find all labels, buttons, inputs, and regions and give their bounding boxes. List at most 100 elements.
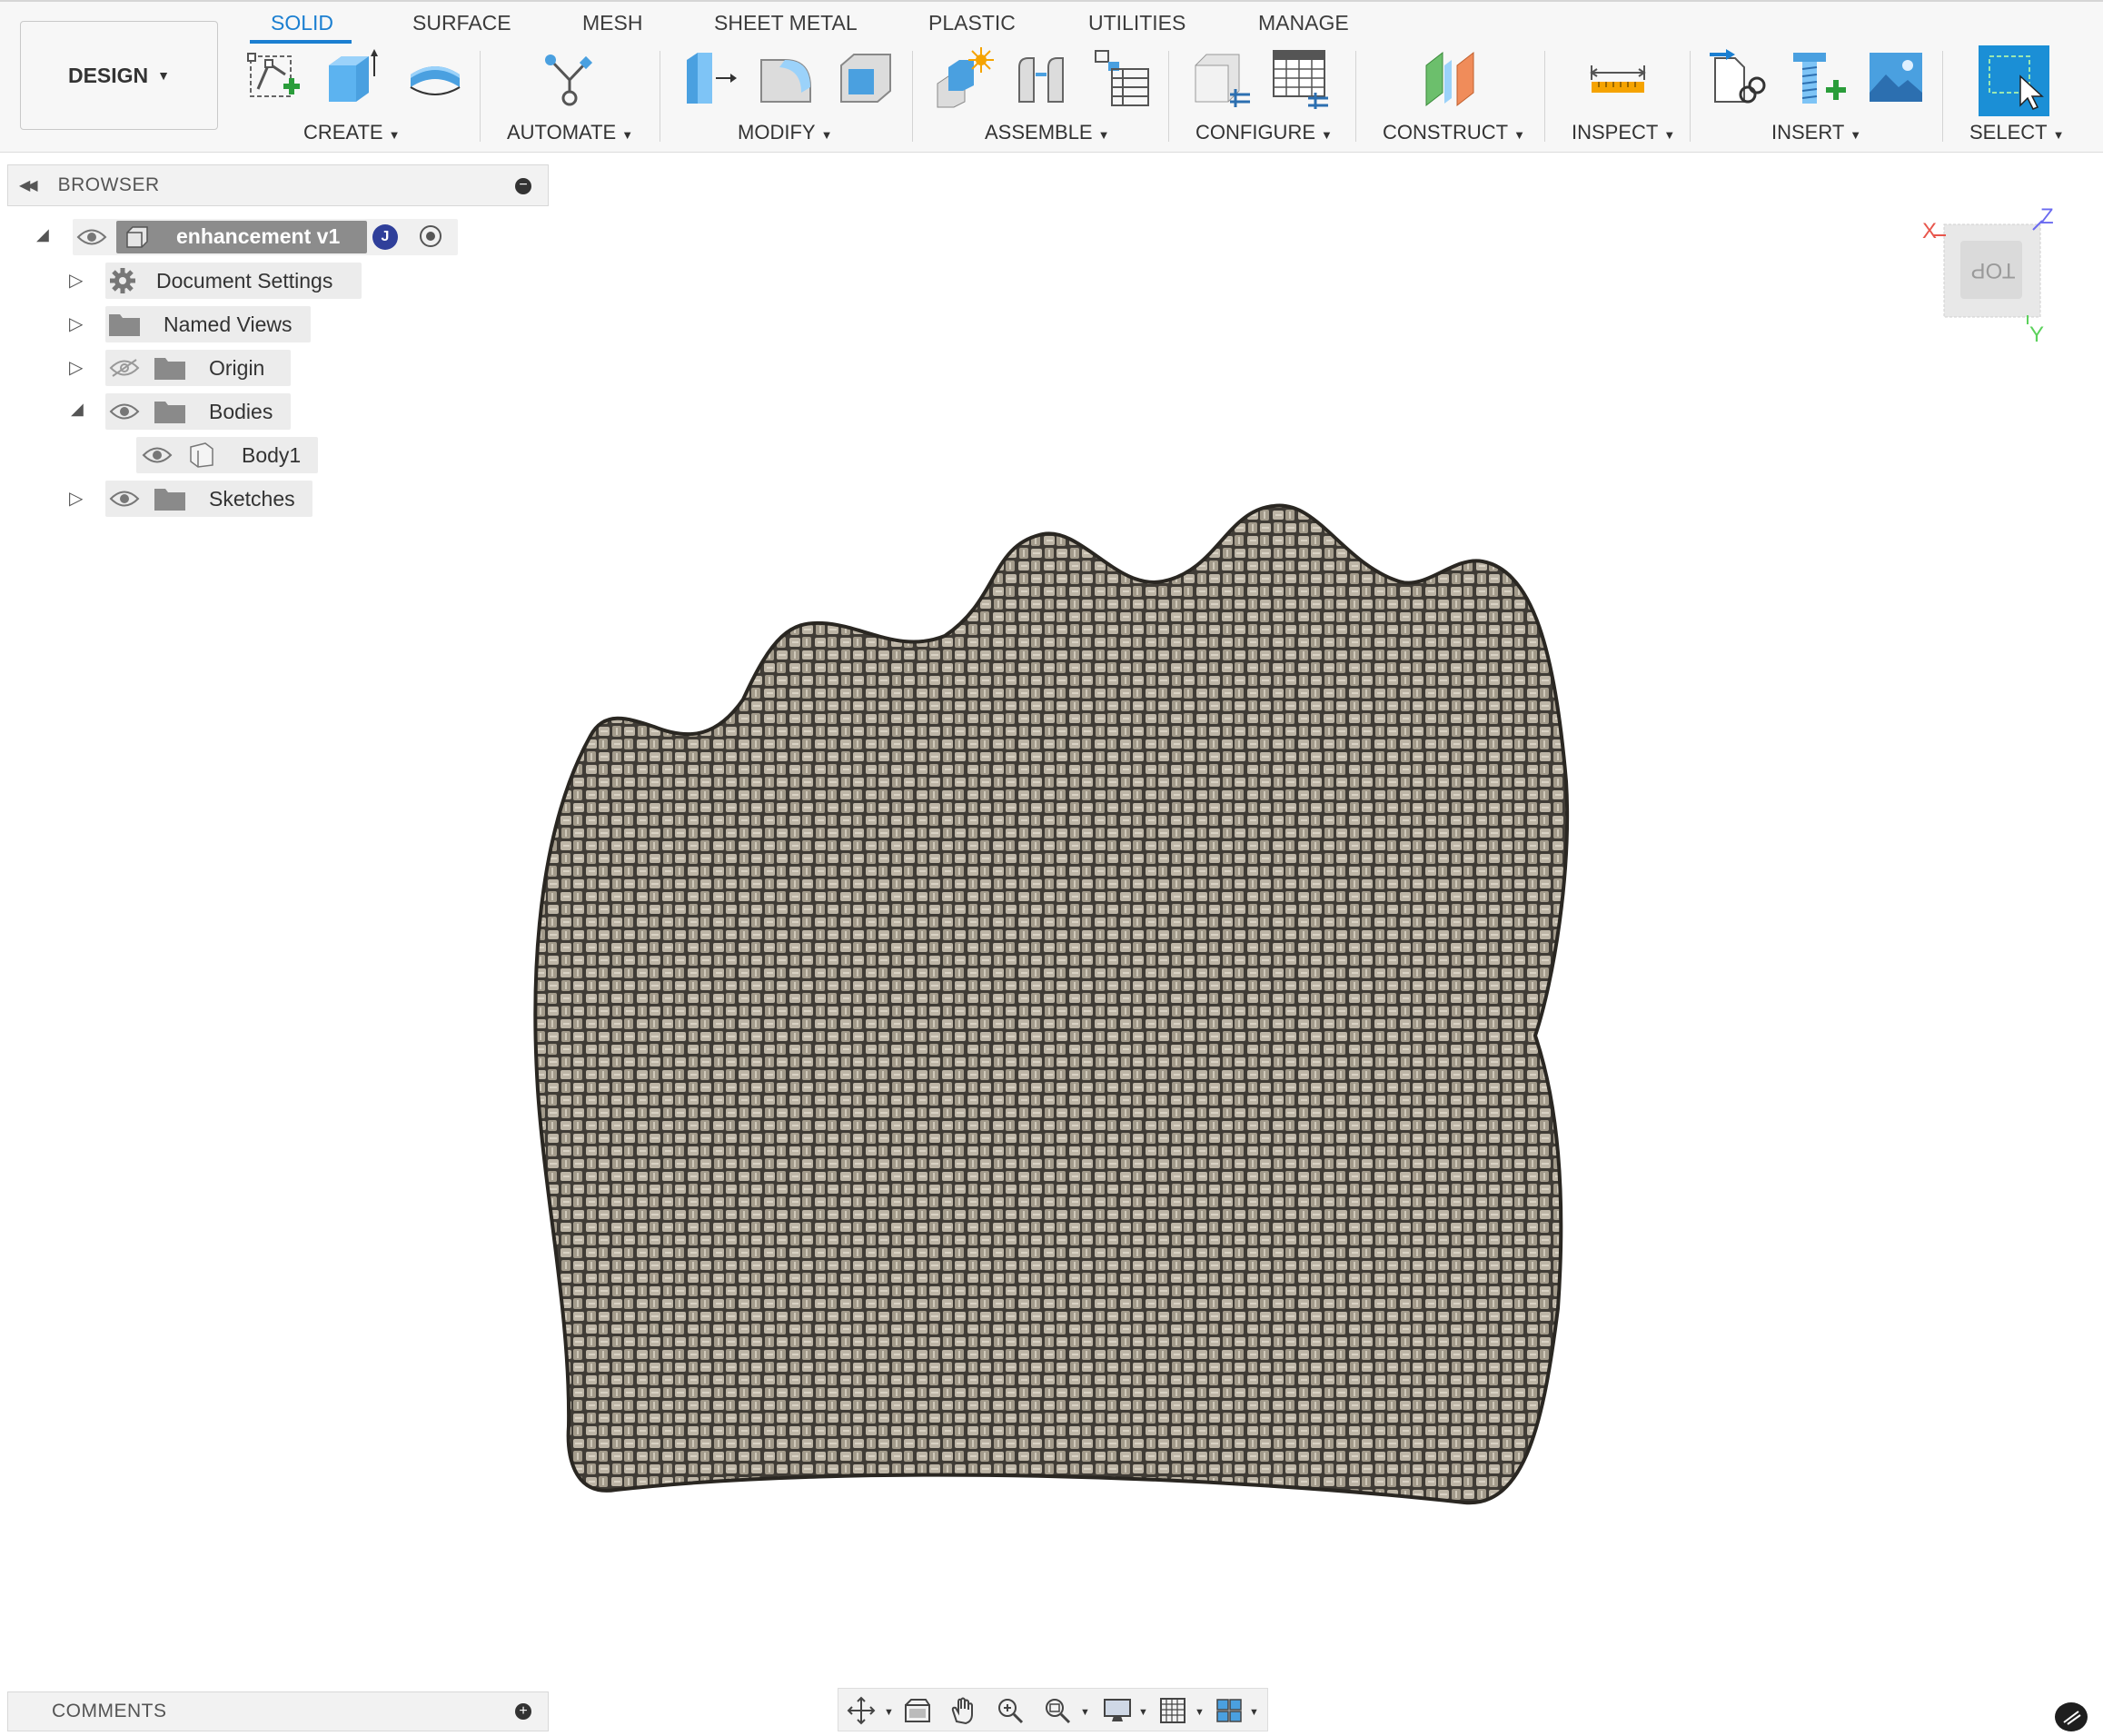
minimize-icon[interactable]: − [515,178,531,194]
collapsed-triangle-icon[interactable]: ▷ [69,269,83,292]
new-component-icon[interactable] [934,47,994,109]
browser-item-label: Bodies [209,400,273,423]
browser-item-label: Origin [209,356,265,380]
eye-icon[interactable] [109,489,140,509]
y-axis-label: Y [2029,322,2045,347]
caret-down-icon[interactable]: ▼ [1138,1707,1148,1718]
toolbar-separator [1942,51,1943,142]
collapsed-triangle-icon[interactable]: ▷ [69,487,83,510]
insert-canvas-icon[interactable] [1866,47,1926,109]
workspace-label: DESIGN [67,63,149,87]
joint-icon[interactable] [1012,47,1072,109]
caret-down-icon[interactable]: ▼ [1080,1707,1090,1718]
x-axis-label: X [1922,219,1938,243]
zoom-icon[interactable] [995,1696,1026,1725]
toolbar-separator [912,51,913,142]
insert-mcmaster-icon[interactable] [1788,47,1848,109]
tab-utilities[interactable]: UTILITIES [1088,11,1185,35]
tab-surface[interactable]: SURFACE [412,11,511,35]
collapse-panel-icon[interactable]: ◀◀ [19,176,38,194]
browser-item-label: Sketches [209,487,295,511]
display-settings-icon[interactable] [1102,1696,1133,1725]
toolbar-top-line [0,0,2103,2]
assemble-menu[interactable]: ASSEMBLE ▼ [985,121,1109,144]
toolbar-separator [1355,51,1356,142]
inspect-menu[interactable]: INSPECT ▼ [1572,121,1675,144]
window-select-icon[interactable] [1979,45,2049,116]
construct-menu[interactable]: CONSTRUCT ▼ [1383,121,1525,144]
component-icon [124,225,149,249]
collapsed-triangle-icon[interactable]: ▷ [69,356,83,379]
browser-item-label: Document Settings [156,269,333,293]
folder-icon [154,400,185,423]
toolbar-separator [1168,51,1169,142]
look-at-icon[interactable] [902,1696,933,1725]
browser-title: BROWSER [57,174,160,195]
automate-icon[interactable] [540,47,600,109]
eye-hidden-icon[interactable] [109,358,140,378]
insert-menu[interactable]: INSERT ▼ [1771,121,1861,144]
caret-down-icon[interactable]: ▼ [1195,1707,1205,1718]
caret-down-icon: ▼ [157,68,171,83]
offset-plane-icon[interactable] [1421,47,1481,109]
revolve-icon[interactable] [405,47,465,109]
grid-icon[interactable] [1158,1696,1189,1725]
folder-icon [109,312,140,336]
pan-icon[interactable] [947,1696,978,1725]
activate-radio-icon[interactable] [420,225,441,247]
configure-model-icon[interactable] [1192,47,1252,109]
active-tab-indicator [250,40,352,44]
automate-menu[interactable]: AUTOMATE ▼ [507,121,633,144]
user-avatar[interactable]: J [372,224,398,250]
eye-icon[interactable] [142,445,173,465]
insert-derive-icon[interactable] [1708,47,1768,109]
tab-manage[interactable]: MANAGE [1258,11,1349,35]
navigation-bar: ▼ ▼ ▼ ▼ ▼ [838,1688,1268,1731]
caret-down-icon[interactable]: ▼ [1249,1707,1259,1718]
notification-badge-icon[interactable] [2055,1702,2088,1731]
model-body-shape[interactable] [533,503,1570,1505]
z-axis-label: Z [2040,204,2054,229]
eye-icon[interactable] [109,402,140,422]
viewcube[interactable]: X Z Y TOP [1922,204,2054,350]
caret-down-icon[interactable]: ▼ [884,1707,894,1718]
fillet-icon[interactable] [758,47,818,109]
toolbar: DESIGN ▼ SOLID SURFACE MESH SHEET METAL … [0,0,2103,153]
select-menu[interactable]: SELECT ▼ [1969,121,2064,144]
shell-icon[interactable] [836,47,896,109]
expanded-triangle-icon[interactable]: ◢ [71,400,84,419]
body-icon [187,441,216,469]
workspace-switcher-button[interactable]: DESIGN ▼ [20,21,218,130]
tab-sheet-metal[interactable]: SHEET METAL [714,11,858,35]
orbit-icon[interactable] [846,1696,877,1725]
browser-panel-header[interactable]: ◀◀ BROWSER − [7,164,549,206]
viewcube-face-label[interactable]: TOP [1968,257,2019,283]
measure-icon[interactable] [1588,47,1648,109]
configure-menu[interactable]: CONFIGURE ▼ [1195,121,1333,144]
create-menu[interactable]: CREATE ▼ [303,121,400,144]
toolbar-separator [1544,51,1545,142]
tab-mesh[interactable]: MESH [582,11,642,35]
modify-menu[interactable]: MODIFY ▼ [738,121,832,144]
collapsed-triangle-icon[interactable]: ▷ [69,312,83,335]
bom-table-icon[interactable] [1092,47,1152,109]
eye-icon[interactable] [76,227,107,247]
comments-title: COMMENTS [52,1701,167,1721]
create-sketch-icon[interactable] [245,47,305,109]
extrude-icon[interactable] [322,47,382,109]
toolbar-separator [1690,51,1691,142]
tab-plastic[interactable]: PLASTIC [928,11,1016,35]
viewports-icon[interactable] [1215,1696,1245,1725]
folder-icon [154,356,185,380]
comments-panel-header[interactable]: COMMENTS + [7,1691,549,1731]
press-pull-icon[interactable] [680,47,739,109]
gear-icon [109,267,136,294]
expanded-triangle-icon[interactable]: ◢ [36,225,49,244]
browser-item-label: Named Views [164,312,293,336]
root-component-label: enhancement v1 [176,224,341,248]
configure-table-icon[interactable] [1270,47,1330,109]
expand-plus-icon[interactable]: + [515,1703,531,1720]
woven-body-model[interactable] [0,0,2103,1731]
tab-solid[interactable]: SOLID [271,11,333,35]
zoom-window-icon[interactable] [1042,1696,1073,1725]
